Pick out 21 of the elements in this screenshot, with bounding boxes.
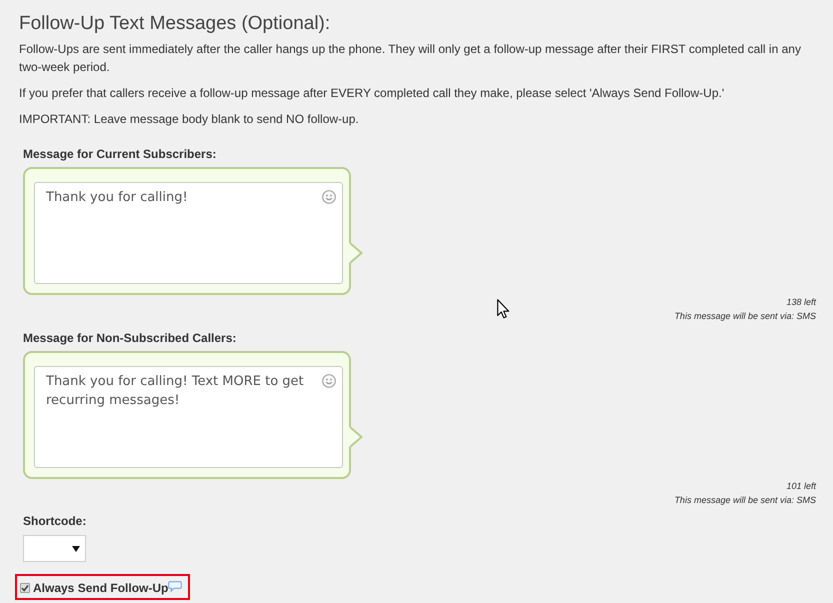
smiley-icon[interactable] — [322, 190, 336, 204]
sent-via-note: This message will be sent via: SMS — [674, 494, 816, 507]
field-label: Shortcode: — [23, 513, 86, 530]
characters-left: 138 left — [786, 296, 816, 309]
mouse-pointer-icon — [497, 299, 510, 319]
caret-icon — [72, 546, 80, 552]
message-field[interactable]: Thank you for calling! — [34, 182, 343, 284]
info-paragraph: If you prefer that callers receive a follow-up message after EVERY completed call they make, please select 'Always Send Follow-Up.' — [19, 85, 726, 102]
characters-left: 101 left — [786, 480, 816, 493]
shortcode-select[interactable] — [23, 535, 86, 562]
info-paragraph: IMPORTANT: Leave message body blank to send NO follow-up. — [19, 111, 360, 128]
field-label: Message for Non-Subscribed Callers: — [23, 330, 236, 347]
sent-via-note: This message will be sent via: SMS — [674, 310, 816, 323]
section-title: Follow-Up Text Messages (Optional): — [19, 12, 332, 36]
always-send-label[interactable]: Always Send Follow-Up — [33, 580, 168, 596]
smiley-icon[interactable] — [322, 374, 336, 388]
speech-bubble-icon[interactable] — [168, 580, 182, 592]
always-send-checkbox[interactable] — [20, 583, 30, 593]
message-field[interactable]: Thank you for calling! Text MORE to get recurring messages! — [34, 366, 343, 468]
info-paragraph: Follow-Ups are sent immediately after the caller hangs up the phone. They will only get a follow-up message after their FIRST completed call in any two-week period. — [19, 41, 802, 76]
field-label: Message for Current Subscribers: — [23, 146, 216, 163]
